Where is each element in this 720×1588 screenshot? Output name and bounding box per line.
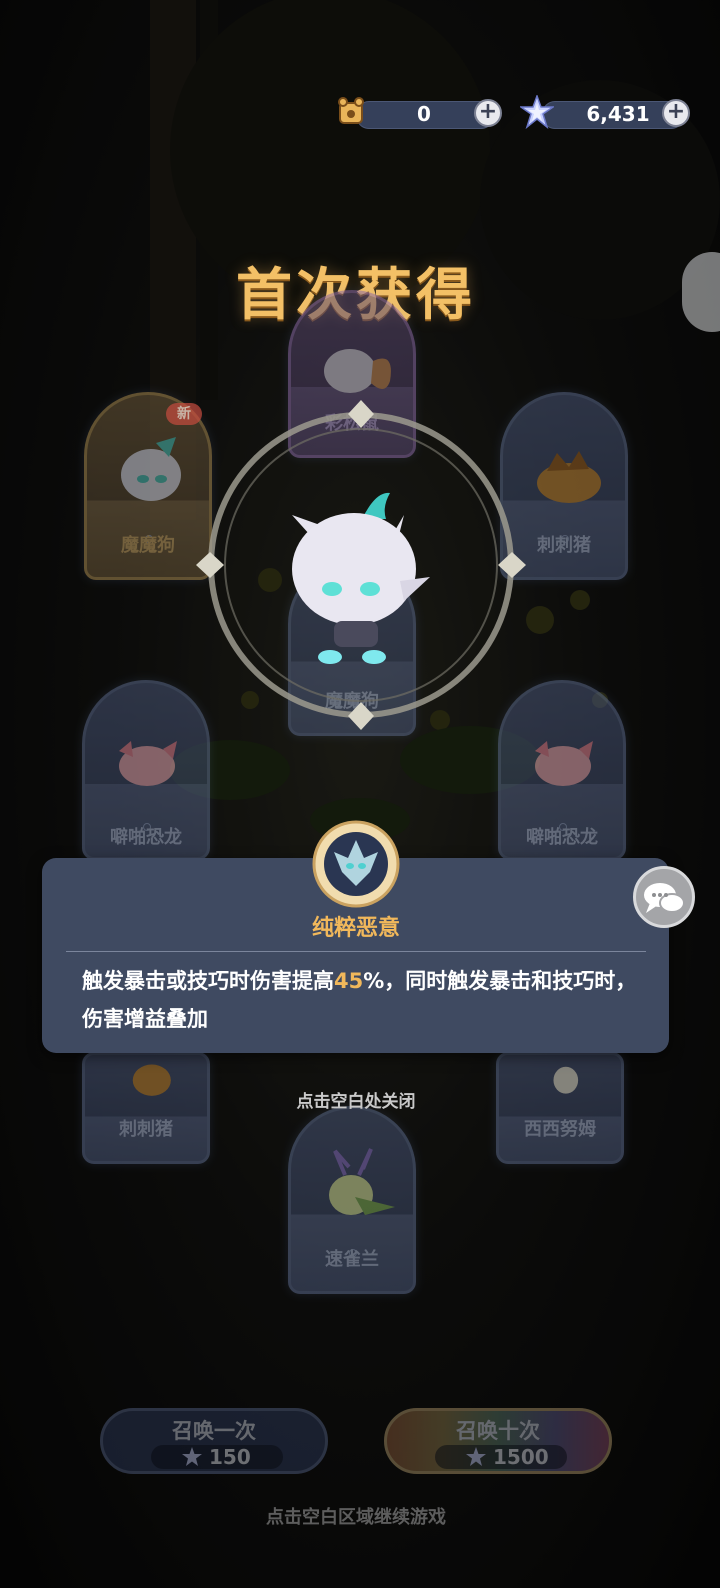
scroll-ticket-icon (338, 97, 364, 124)
chat-bubble-button[interactable] (633, 866, 695, 928)
card-name: 噼啪恐龙 (526, 827, 598, 848)
summon-once-cost: 150 (151, 1445, 283, 1469)
card-name: 噼啪恐龙 (110, 827, 182, 848)
dinosaur-art (535, 741, 593, 786)
summon-ten-button[interactable]: 召唤十次 1500 (384, 1408, 612, 1474)
star-crystal-icon (520, 95, 554, 129)
skill-desc-value: 45 (334, 969, 364, 993)
summon-once-button[interactable]: 召唤一次 150 (100, 1408, 328, 1474)
skill-desc-text: 触发暴击或技巧时伤害提高 (82, 969, 334, 993)
creature-card-left-middle: 噼啪恐龙 (82, 680, 210, 860)
card-name: 魔魔狗 (121, 535, 175, 556)
summon-ten-label: 召唤十次 (456, 1419, 540, 1443)
skill-description: 触发暴击或技巧时伤害提高45%，同时触发暴击和技巧时，伤害增益叠加 (82, 962, 638, 1038)
summon-ten-cost: 1500 (435, 1445, 567, 1469)
card-name: 速雀兰 (325, 1249, 379, 1270)
side-chat-tab[interactable] (682, 252, 720, 332)
tooltip-divider (66, 951, 646, 952)
card-name: 西西努姆 (524, 1119, 596, 1140)
summon-once-label: 召唤一次 (172, 1419, 256, 1443)
skill-emblem-icon (312, 820, 400, 908)
chat-bubbles-icon (644, 883, 685, 913)
tap-to-close-hint: 点击空白处关闭 (296, 1092, 416, 1112)
dog-art (121, 437, 181, 501)
gem-count: 6,431 (586, 102, 650, 126)
star-crystal-icon (466, 1447, 486, 1466)
ticket-count: 0 (417, 102, 431, 126)
card-name: 刺刺猪 (119, 1119, 173, 1140)
obtained-creature (292, 492, 430, 664)
gem-currency: 6,431 + (520, 95, 692, 129)
creature-card-bottom: 速雀兰 (288, 1106, 416, 1294)
star-crystal-icon (182, 1447, 202, 1466)
summon-ten-cost-value: 1500 (493, 1445, 549, 1469)
tap-to-continue-hint: 点击空白区域继续游戏 (266, 1507, 446, 1528)
dinosaur-art (119, 741, 177, 786)
add-tickets-button[interactable]: + (474, 99, 502, 127)
ticket-currency: 0 + (334, 97, 504, 129)
bird-art (329, 1148, 395, 1215)
summon-once-cost-value: 150 (209, 1445, 251, 1469)
skill-name: 纯粹恶意 (311, 916, 400, 941)
add-gems-button[interactable]: + (662, 99, 690, 127)
hedgehog-art (537, 451, 601, 503)
